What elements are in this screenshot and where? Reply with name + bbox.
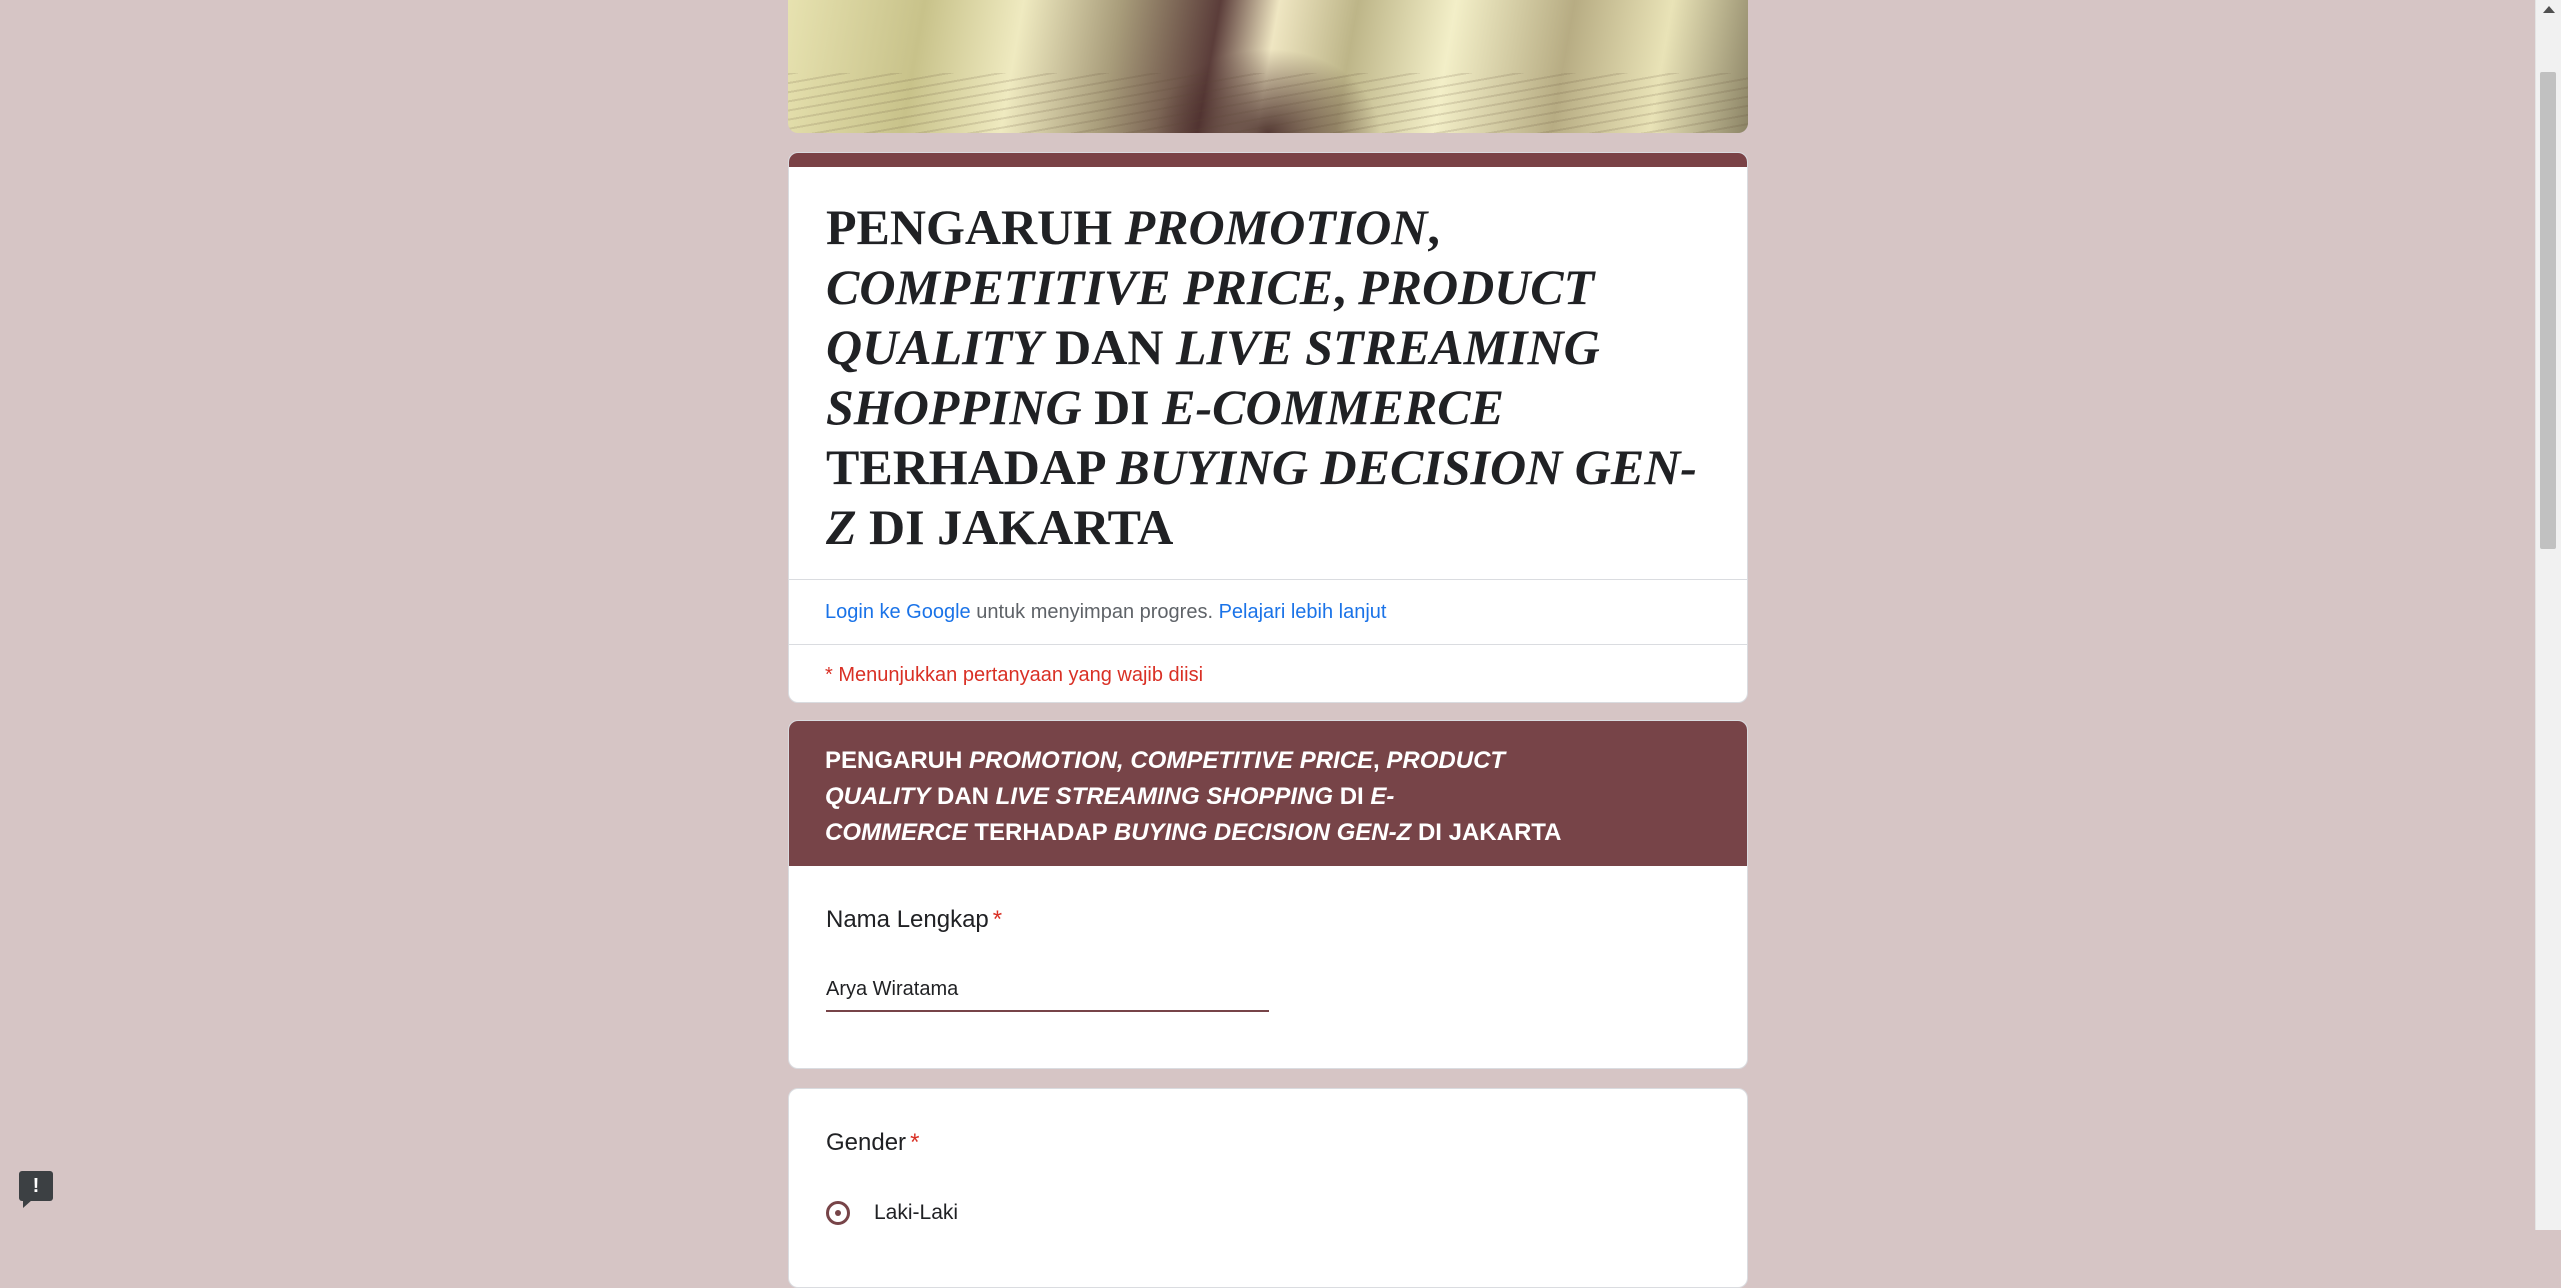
section-header-segment: PRODUCT <box>1386 747 1506 774</box>
form-title-card: PENGARUH PROMOTION, COMPETITIVE PRICE, P… <box>788 152 1748 703</box>
form-title-segment: COMPETITIVE PRICE <box>826 259 1334 315</box>
section-header-segment: PENGARUH <box>825 747 970 774</box>
question-gender-card: Gender * Laki-Laki <box>788 1088 1748 1288</box>
form-title-segment: DI JAKARTA <box>856 499 1174 555</box>
header-image <box>788 0 1748 133</box>
form-title-segment: , <box>1333 259 1359 315</box>
page-scrollbar[interactable] <box>2535 0 2561 1230</box>
scroll-up-arrow-icon[interactable] <box>2543 6 2555 13</box>
section-header-segment: TERHADAP <box>967 819 1114 846</box>
theme-accent-bar <box>789 153 1747 167</box>
section-header-segment: PROMOTION, COMPETITIVE PRICE <box>969 747 1374 774</box>
section-header-segment: DI <box>1333 783 1371 810</box>
scrollbar-thumb[interactable] <box>2540 72 2556 549</box>
question-name-label: Nama Lengkap <box>826 906 989 933</box>
form-title-segment: TERHADAP <box>826 439 1117 495</box>
section-header-line: COMMERCE TERHADAP BUYING DECISION GEN-Z … <box>825 815 1711 851</box>
login-link[interactable]: Login ke Google <box>825 601 971 624</box>
section-header-line: QUALITY DAN LIVE STREAMING SHOPPING DI E… <box>825 779 1711 815</box>
form-title-segment: , <box>1427 199 1440 255</box>
form-title-segment: E-COMMERCE <box>1162 379 1504 435</box>
section-header-segment: LIVE STREAMING SHOPPING <box>995 783 1334 810</box>
radio-button[interactable] <box>826 1201 850 1225</box>
required-asterisk: * <box>910 1129 920 1156</box>
section-header-line: PENGARUH PROMOTION, COMPETITIVE PRICE, P… <box>825 743 1711 779</box>
section-header-segment: COMMERCE <box>825 819 968 846</box>
section-header-segment: QUALITY <box>825 783 931 810</box>
radio-focus-dot <box>835 1210 841 1216</box>
learn-more-link[interactable]: Pelajari lebih lanjut <box>1219 601 1387 624</box>
section-header-segment: DI JAKARTA <box>1411 819 1562 846</box>
report-feedback-icon[interactable]: ! <box>19 1171 53 1208</box>
section-header-segment: , <box>1373 747 1387 774</box>
section-header-segment: BUYING DECISION GEN-Z <box>1113 819 1412 846</box>
login-prompt-text: untuk menyimpan progres. <box>970 600 1219 623</box>
form-title: PENGARUH PROMOTION, COMPETITIVE PRICE, P… <box>789 167 1747 579</box>
section-header-segment: DAN <box>930 783 996 810</box>
login-prompt: Login ke Google untuk menyimpan progres.… <box>789 580 1747 644</box>
book-pages-decoration <box>788 73 1748 133</box>
question-gender-label: Gender <box>826 1129 907 1156</box>
question-gender-title: Gender * <box>826 1129 919 1157</box>
required-note: * Menunjukkan pertanyaan yang wajib diis… <box>825 663 1204 686</box>
form-title-segment: PENGARUH <box>826 199 1125 255</box>
required-asterisk: * <box>992 906 1003 933</box>
form-title-segment: DI <box>1081 379 1163 435</box>
section-header-segment: E- <box>1370 783 1395 810</box>
section-card: PENGARUH PROMOTION, COMPETITIVE PRICE, P… <box>788 720 1748 1069</box>
name-input[interactable] <box>826 974 1269 1012</box>
form-title-segment: DAN <box>1042 319 1176 375</box>
gender-option-laki-laki[interactable]: Laki-Laki <box>826 1201 958 1225</box>
question-name-title: Nama Lengkap * <box>789 866 1747 958</box>
section-header: PENGARUH PROMOTION, COMPETITIVE PRICE, P… <box>789 721 1747 866</box>
gender-option-label: Laki-Laki <box>874 1201 959 1224</box>
form-title-segment: PROMOTION <box>1124 199 1428 255</box>
